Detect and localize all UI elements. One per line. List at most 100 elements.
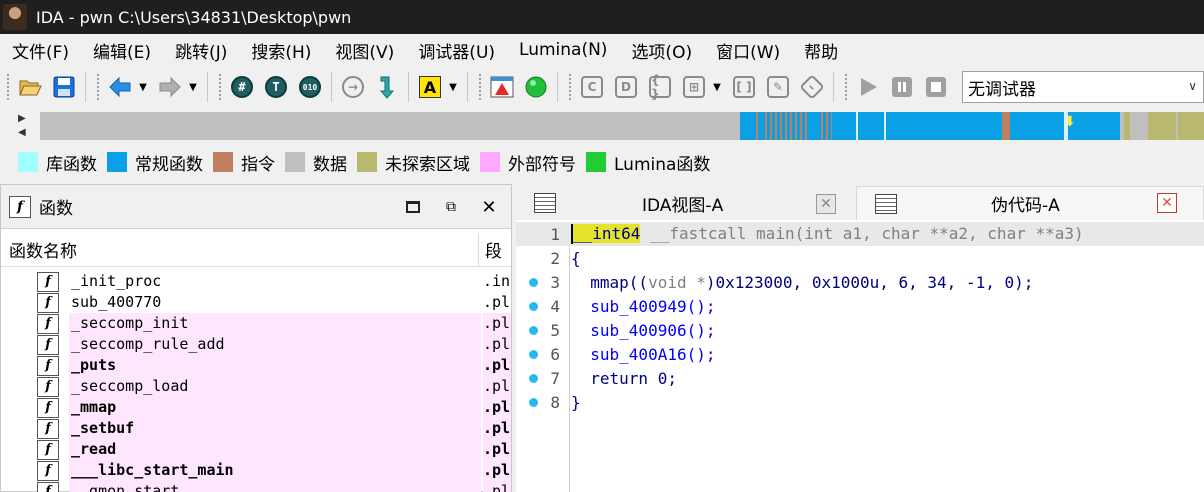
open-file-button[interactable] (15, 72, 45, 102)
stop-debug-button[interactable] (921, 72, 951, 102)
forward-history-dropdown[interactable]: ▼ (187, 72, 199, 102)
function-segment: .plt (483, 397, 511, 418)
maximize-button[interactable] (401, 197, 425, 217)
code-line[interactable]: 4 sub_400949(); (516, 294, 1204, 318)
table-row[interactable]: f _seccomp_init.plt (1, 313, 511, 334)
table-row[interactable]: f _seccomp_load.plt (1, 376, 511, 397)
code-text: { (571, 248, 581, 268)
menu-debugger[interactable]: 调试器(U) (406, 38, 507, 63)
menu-options[interactable]: 选项(O) (619, 38, 704, 63)
table-row[interactable]: f _read.plt (1, 439, 511, 460)
bracket-rect-icon: [ ] (733, 76, 755, 98)
patch-button[interactable]: ✎ (763, 72, 793, 102)
save-button[interactable] (49, 72, 79, 102)
back-history-dropdown[interactable]: ▼ (137, 72, 149, 102)
toolbar-grip[interactable] (568, 73, 572, 101)
pencil-edit-icon: ✎ (767, 76, 789, 98)
code-line[interactable]: 8 } (516, 390, 1204, 414)
graph-overview-button[interactable] (487, 72, 517, 102)
column-segment[interactable]: 段 (479, 237, 502, 262)
start-debug-button[interactable] (853, 72, 883, 102)
table-row[interactable]: f sub_400770 .plt (1, 292, 511, 313)
toolbar-separator (207, 72, 208, 102)
function-bracket-icon: { } (649, 73, 671, 101)
menu-file[interactable]: 文件(F) (0, 38, 81, 63)
code-line[interactable]: 3 mmap((void *)0x123000, 0x1000u, 6, 34,… (516, 270, 1204, 294)
nav-segment-unexplored (1124, 112, 1130, 140)
debugger-select[interactable]: 无调试器 ∨ (962, 71, 1204, 103)
toolbar-grip[interactable] (218, 73, 222, 101)
create-data-button[interactable]: D (611, 72, 641, 102)
pause-debug-button[interactable] (887, 72, 917, 102)
code-line[interactable]: 7 return 0; (516, 366, 1204, 390)
menu-jump[interactable]: 跳转(J) (163, 38, 239, 63)
tab-ida-view-close-button[interactable]: ✕ (816, 194, 836, 214)
tab-pseudocode-close-button[interactable]: ✕ (1157, 193, 1177, 213)
window-title: IDA - pwn C:\Users\34831\Desktop\pwn (36, 7, 352, 27)
letter-a-highlight-icon: A (419, 76, 441, 98)
breakpoint-dot-icon[interactable] (529, 373, 538, 383)
legend-swatch (480, 152, 500, 172)
menu-search[interactable]: 搜索(H) (239, 38, 323, 63)
breakpoint-dot-icon[interactable] (529, 277, 538, 287)
nav-segment-gap (884, 112, 886, 140)
breakpoint-dot-icon[interactable] (529, 301, 538, 311)
table-row[interactable]: f _setbuf.plt (1, 418, 511, 439)
undefine-button[interactable]: [ ] (729, 72, 759, 102)
column-function-name[interactable]: 函数名称 (1, 232, 479, 267)
forward-button[interactable] (155, 72, 185, 102)
create-function-button[interactable]: { } (645, 72, 675, 102)
toolbar-grip[interactable] (478, 73, 482, 101)
function-icon: f (37, 460, 59, 481)
menu-view[interactable]: 视图(V) (323, 38, 406, 63)
menu-lumina[interactable]: Lumina(N) (507, 40, 619, 60)
external-jump-button[interactable]: → (338, 72, 368, 102)
navigation-bar[interactable]: ⬇ (40, 112, 1204, 140)
toolbar-grip[interactable] (96, 73, 100, 101)
code-line[interactable]: 2 { (516, 246, 1204, 270)
breakpoint-dot-icon[interactable] (529, 397, 538, 407)
text-color-button[interactable]: A (415, 72, 445, 102)
code-line[interactable]: 1 __int64 __fastcall main(int a1, char *… (516, 222, 1204, 246)
table-row[interactable]: f ___libc_start_main.plt (1, 460, 511, 481)
tab-ida-view[interactable]: IDA视图-A ✕ (516, 186, 850, 220)
table-row[interactable]: f _init_proc .init (1, 271, 511, 292)
binary-view-button[interactable]: 010 (295, 72, 325, 102)
line-number: 4 (550, 296, 560, 316)
struct-dropdown[interactable]: ▼ (711, 72, 723, 102)
lumina-button[interactable] (521, 72, 551, 102)
close-button[interactable]: ✕ (477, 197, 501, 218)
breakpoint-dot-icon[interactable] (529, 325, 538, 335)
line-number: 2 (550, 248, 560, 268)
code-line[interactable]: 5 sub_400906(); (516, 318, 1204, 342)
toolbar-grip[interactable] (6, 73, 10, 101)
menu-edit[interactable]: 编辑(E) (81, 38, 163, 63)
menu-bar: 文件(F) 编辑(E) 跳转(J) 搜索(H) 视图(V) 调试器(U) Lum… (0, 34, 1204, 66)
toolbar-grip[interactable] (844, 73, 848, 101)
green-circle-icon (525, 76, 547, 98)
code-line[interactable]: 6 sub_400A16(); (516, 342, 1204, 366)
chevron-down-icon: ∨ (1188, 79, 1197, 93)
tab-pseudocode[interactable]: 伪代码-A ✕ (856, 186, 1204, 220)
legend-swatch (285, 152, 305, 172)
step-down-button[interactable] (372, 72, 402, 102)
function-segment: .plt (483, 334, 511, 355)
table-row[interactable]: f _mmap.plt (1, 397, 511, 418)
create-code-button[interactable]: C (577, 72, 607, 102)
menu-windows[interactable]: 窗口(W) (704, 38, 792, 63)
back-button[interactable] (105, 72, 135, 102)
legend-swatch (586, 152, 606, 172)
text-color-dropdown[interactable]: ▼ (447, 72, 459, 102)
table-row[interactable]: f __gmon_start__.plt (1, 481, 511, 492)
hex-view-button[interactable]: # (227, 72, 257, 102)
menu-help[interactable]: 帮助 (792, 38, 850, 63)
pseudocode-editor[interactable]: 1 __int64 __fastcall main(int a1, char *… (516, 222, 1204, 492)
text-view-button[interactable]: T (261, 72, 291, 102)
restore-button[interactable]: ⧉ (439, 197, 463, 217)
table-row[interactable]: f _puts.plt (1, 355, 511, 376)
table-row[interactable]: f _seccomp_rule_add.plt (1, 334, 511, 355)
create-struct-button[interactable]: ⊞ (679, 72, 709, 102)
nav-band-arrows[interactable]: ▶ ◀ (18, 112, 30, 140)
breakpoint-dot-icon[interactable] (529, 349, 538, 359)
hide-button[interactable]: – (797, 72, 827, 102)
